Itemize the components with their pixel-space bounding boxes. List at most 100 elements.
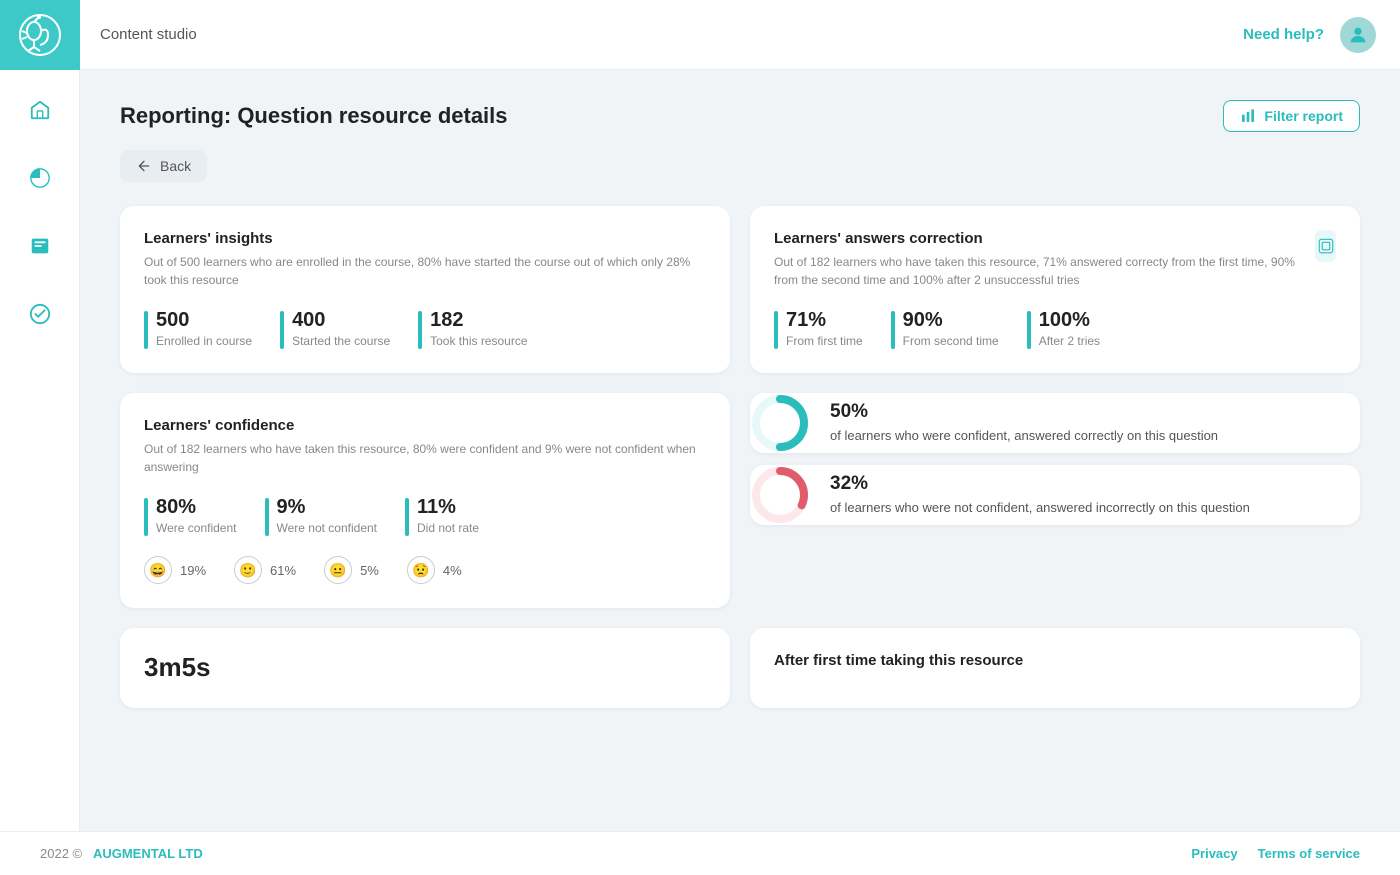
time-card: 3m5s — [120, 628, 730, 708]
avatar[interactable] — [1340, 17, 1376, 53]
footer-privacy-link[interactable]: Privacy — [1191, 846, 1237, 861]
stat-number-100: 100% — [1039, 309, 1100, 332]
sidebar-item-content[interactable] — [20, 226, 60, 266]
stat-item-second-time: 90% From second time — [891, 309, 999, 349]
stat-bar — [891, 311, 895, 349]
answers-correction-title: Learners' answers correction — [774, 230, 1315, 247]
app-title: Content studio — [80, 26, 197, 43]
learners-confidence-stats: 80% Were confident 9% Were not confident — [144, 496, 706, 536]
cards-grid: Learners' insights Out of 500 learners w… — [120, 206, 1360, 608]
stat-item-took: 182 Took this resource — [418, 309, 527, 349]
stat-label-first-time: From first time — [786, 334, 863, 348]
footer-links: Privacy Terms of service — [1191, 846, 1360, 861]
page-title: Reporting: Question resource details — [120, 103, 508, 129]
stat-bar — [418, 311, 422, 349]
bottom-row: 3m5s After first time taking this resour… — [120, 628, 1360, 708]
stat-number-11: 11% — [417, 496, 479, 519]
bar-chart-icon — [1240, 108, 1256, 124]
emoji-face-smile: 🙂 — [234, 556, 262, 584]
emoji-face-sad: 😟 — [407, 556, 435, 584]
stat-label-not-confident: Were not confident — [277, 521, 378, 535]
after-first-time-title: After first time taking this resource — [774, 652, 1336, 669]
stat-label-after-tries: After 2 tries — [1039, 334, 1100, 348]
emoji-value-3: 4% — [443, 563, 462, 578]
nav-right: Need help? — [1243, 17, 1376, 53]
not-confident-label: of learners who were not confident, answ… — [830, 499, 1250, 517]
stat-label-started: Started the course — [292, 334, 390, 348]
learners-insights-stats: 500 Enrolled in course 400 Started the c… — [144, 309, 706, 349]
stat-item-enrolled: 500 Enrolled in course — [144, 309, 252, 349]
stat-number-80: 80% — [156, 496, 237, 519]
stat-bar — [144, 311, 148, 349]
stat-bar — [405, 498, 409, 536]
stat-number-started: 400 — [292, 309, 390, 332]
emoji-value-1: 61% — [270, 563, 296, 578]
time-value: 3m5s — [144, 652, 706, 683]
stat-bar — [1027, 311, 1031, 349]
stat-item-not-confident: 9% Were not confident — [265, 496, 378, 536]
main-content: Reporting: Question resource details Fil… — [80, 70, 1400, 831]
stat-item-first-time: 71% From first time — [774, 309, 863, 349]
learners-insights-card: Learners' insights Out of 500 learners w… — [120, 206, 730, 373]
stat-label-confident: Were confident — [156, 521, 237, 535]
emoji-item-0: 😄 19% — [144, 556, 206, 584]
not-confident-donut — [750, 465, 810, 525]
filter-report-button[interactable]: Filter report — [1223, 100, 1360, 132]
answers-correction-card: Learners' answers correction Out of 182 … — [750, 206, 1360, 373]
learners-confidence-desc: Out of 182 learners who have taken this … — [144, 440, 706, 476]
stat-item-did-not-rate: 11% Did not rate — [405, 496, 479, 536]
stat-bar — [144, 498, 148, 536]
footer-company-link[interactable]: AUGMENTAL LTD — [93, 846, 203, 861]
stat-item-after-2-tries: 100% After 2 tries — [1027, 309, 1100, 349]
answers-correction-desc: Out of 182 learners who have taken this … — [774, 253, 1315, 289]
screenshot-icon — [1317, 237, 1335, 255]
footer-terms-link[interactable]: Terms of service — [1258, 846, 1360, 861]
confident-percent: 50% — [830, 401, 1218, 423]
emoji-value-2: 5% — [360, 563, 379, 578]
page-header: Reporting: Question resource details Fil… — [120, 100, 1360, 132]
sidebar-item-home[interactable] — [20, 90, 60, 130]
stat-number-71: 71% — [786, 309, 863, 332]
logo-box — [0, 0, 80, 70]
emoji-face-neutral: 😐 — [324, 556, 352, 584]
stat-label-did-not-rate: Did not rate — [417, 521, 479, 535]
stat-label-second-time: From second time — [903, 334, 999, 348]
learners-insights-title: Learners' insights — [144, 230, 706, 247]
arrow-left-icon — [136, 158, 152, 174]
emoji-item-1: 🙂 61% — [234, 556, 296, 584]
stat-bar — [265, 498, 269, 536]
sidebar-item-reports[interactable] — [20, 158, 60, 198]
confident-donut-card: 50% of learners who were confident, answ… — [750, 393, 1360, 453]
emoji-item-2: 😐 5% — [324, 556, 379, 584]
screenshot-icon-btn[interactable] — [1315, 230, 1336, 262]
not-confident-donut-card: 32% of learners who were not confident, … — [750, 465, 1360, 525]
emoji-item-3: 😟 4% — [407, 556, 462, 584]
footer: 2022 © AUGMENTAL LTD Privacy Terms of se… — [0, 831, 1400, 875]
stat-number-took: 182 — [430, 309, 527, 332]
after-first-time-card: After first time taking this resource — [750, 628, 1360, 708]
emoji-value-0: 19% — [180, 563, 206, 578]
nav-left: Content studio — [0, 0, 197, 70]
stat-number-9: 9% — [277, 496, 378, 519]
not-confident-percent: 32% — [830, 473, 1250, 495]
need-help-link[interactable]: Need help? — [1243, 26, 1324, 43]
stat-bar — [280, 311, 284, 349]
footer-left: 2022 © AUGMENTAL LTD — [40, 846, 203, 861]
stat-label-enrolled: Enrolled in course — [156, 334, 252, 348]
layout: Reporting: Question resource details Fil… — [0, 70, 1400, 831]
learners-insights-desc: Out of 500 learners who are enrolled in … — [144, 253, 706, 289]
confident-donut — [750, 393, 810, 453]
stat-item-confident: 80% Were confident — [144, 496, 237, 536]
sidebar-item-check[interactable] — [20, 294, 60, 334]
answers-correction-stats: 71% From first time 90% From second time — [774, 309, 1336, 349]
stat-number-90: 90% — [903, 309, 999, 332]
donut-cards: 50% of learners who were confident, answ… — [750, 393, 1360, 608]
back-button[interactable]: Back — [120, 150, 207, 182]
stat-item-started: 400 Started the course — [280, 309, 390, 349]
top-nav: Content studio Need help? — [0, 0, 1400, 70]
learners-confidence-card: Learners' confidence Out of 182 learners… — [120, 393, 730, 608]
learners-confidence-title: Learners' confidence — [144, 417, 706, 434]
confident-label: of learners who were confident, answered… — [830, 427, 1218, 445]
stat-label-took: Took this resource — [430, 334, 527, 348]
answers-correction-header: Learners' answers correction Out of 182 … — [774, 230, 1336, 309]
